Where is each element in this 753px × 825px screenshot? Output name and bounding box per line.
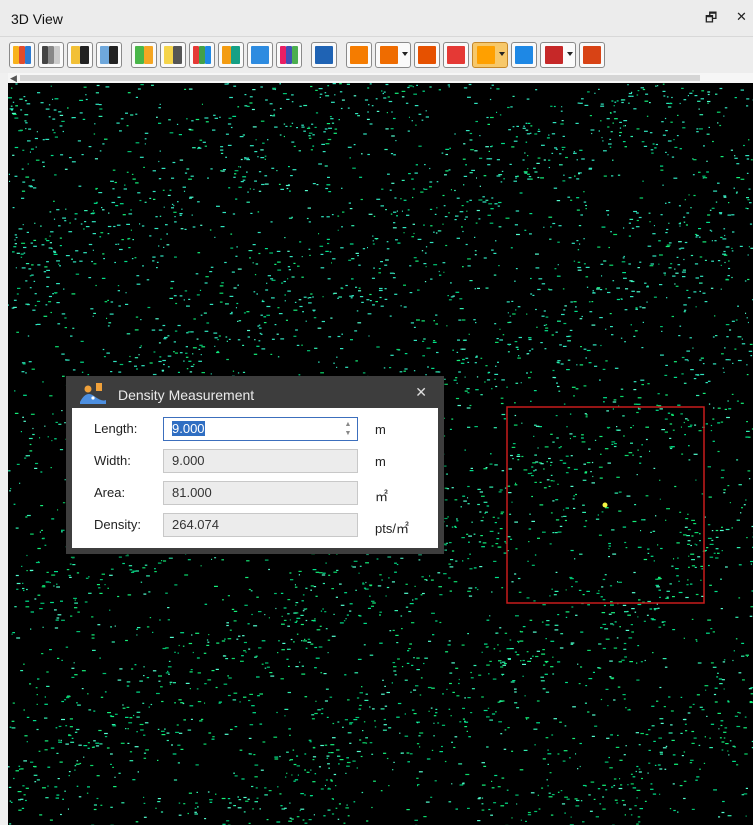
- colorbar-icon: [280, 46, 298, 64]
- length-label: Length:: [94, 421, 138, 436]
- cut-tool-button[interactable]: [579, 42, 605, 68]
- area-row: Area: 81.000 ㎡: [72, 481, 438, 505]
- view-cube-button[interactable]: [375, 42, 411, 68]
- clip-box-button[interactable]: [443, 42, 469, 68]
- en-icon: [71, 46, 89, 64]
- blend-icon: [222, 46, 240, 64]
- polyline-icon: [515, 46, 533, 64]
- length-value: 9.000: [172, 421, 205, 436]
- view-titlebar: 3D View 🗗 ✕: [0, 0, 753, 37]
- width-row: Width: 9.000 m: [72, 449, 438, 473]
- density-label: Density:: [94, 517, 141, 532]
- color-by-elevation-button[interactable]: [9, 42, 35, 68]
- length-row: Length: 9.000 ▲ ▼ m: [72, 417, 438, 441]
- spin-down-icon[interactable]: ▼: [343, 429, 353, 438]
- dialog-close-icon[interactable]: ✕: [415, 384, 427, 401]
- horizontal-scrollbar[interactable]: ◀: [8, 73, 753, 83]
- intensity-icon: [42, 46, 60, 64]
- cube-icon: [380, 46, 398, 64]
- visibility-button[interactable]: [540, 42, 576, 68]
- er-icon: [100, 46, 118, 64]
- color-by-return-button[interactable]: [96, 42, 122, 68]
- density-measurement-dialog: Density Measurement ✕ Length: 9.000 ▲ ▼ …: [66, 376, 444, 554]
- density-row: Density: 264.074 pts/㎡: [72, 513, 438, 537]
- color-blend-button[interactable]: [218, 42, 244, 68]
- color-by-intensity-button[interactable]: [38, 42, 64, 68]
- width-label: Width:: [94, 453, 131, 468]
- scrollbar-thumb[interactable]: [20, 75, 700, 81]
- dialog-body: Length: 9.000 ▲ ▼ m Width: 9.000 m Area:…: [72, 408, 438, 548]
- spin-up-icon[interactable]: ▲: [343, 420, 353, 429]
- selection-box-button[interactable]: [472, 42, 508, 68]
- area-unit: ㎡: [375, 489, 389, 504]
- highlight-point: [602, 502, 608, 508]
- view-3d-icon: [350, 46, 368, 64]
- dialog-title: Density Measurement: [118, 387, 255, 403]
- float-window-icon[interactable]: 🗗: [705, 9, 717, 31]
- sliders-icon: [251, 46, 269, 64]
- length-spinner[interactable]: ▲ ▼: [343, 420, 353, 438]
- gps-time-icon: [164, 46, 182, 64]
- width-unit: m: [375, 454, 386, 469]
- rgb-icon: [193, 46, 211, 64]
- view-3d-button[interactable]: [346, 42, 372, 68]
- color-by-gps-time-button[interactable]: [160, 42, 186, 68]
- left-border: [0, 73, 8, 825]
- elevation-icon: [13, 46, 31, 64]
- color-by-rgb-button[interactable]: [189, 42, 215, 68]
- center-view-button[interactable]: [414, 42, 440, 68]
- chevron-down-icon[interactable]: [402, 52, 408, 56]
- area-label: Area:: [94, 485, 126, 500]
- close-view-icon[interactable]: ✕: [736, 9, 747, 25]
- chevron-down-icon[interactable]: [567, 52, 573, 56]
- clip-box-icon: [447, 46, 465, 64]
- color-by-point-source-button[interactable]: [131, 42, 157, 68]
- scroll-left-icon[interactable]: ◀: [10, 73, 17, 83]
- density-unit: pts/㎡: [375, 521, 409, 536]
- select-box-icon: [477, 46, 495, 64]
- chevron-down-icon[interactable]: [499, 52, 505, 56]
- density-field: 264.074: [163, 513, 358, 537]
- crosshair-icon: [418, 46, 436, 64]
- color-by-classification-en-button[interactable]: [67, 42, 93, 68]
- view-toolbar: [0, 37, 753, 73]
- area-field: 81.000: [163, 481, 358, 505]
- scissors-icon: [583, 46, 601, 64]
- eye-icon: [545, 46, 563, 64]
- fp-icon: [135, 46, 153, 64]
- color-bar-button[interactable]: [276, 42, 302, 68]
- display-settings-button[interactable]: [247, 42, 273, 68]
- length-unit: m: [375, 422, 386, 437]
- measure-distance-button[interactable]: [311, 42, 337, 68]
- measure-arrows-icon: [315, 46, 333, 64]
- length-input[interactable]: 9.000 ▲ ▼: [163, 417, 358, 441]
- width-field: 9.000: [163, 449, 358, 473]
- density-tool-icon: [80, 383, 106, 404]
- draw-polyline-button[interactable]: [511, 42, 537, 68]
- view-title: 3D View: [11, 11, 63, 27]
